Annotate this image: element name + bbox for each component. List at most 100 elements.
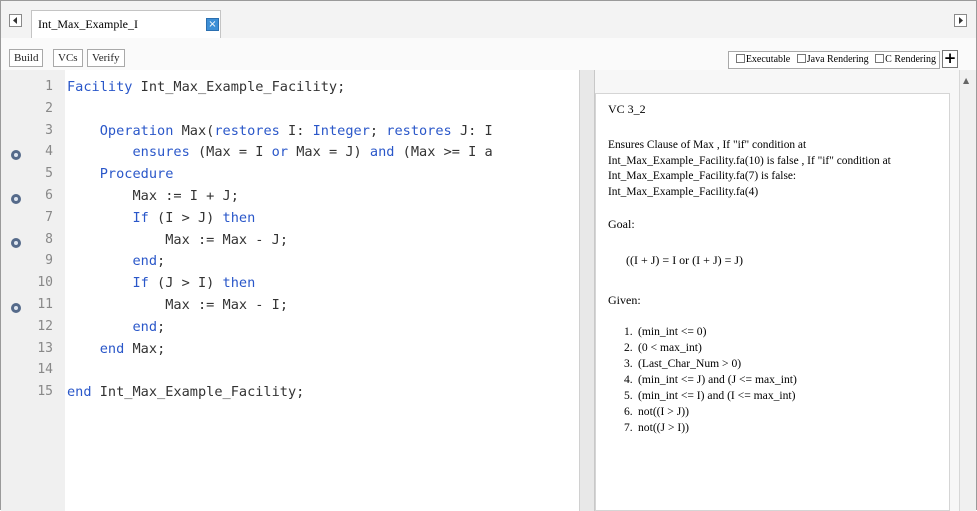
close-tab-icon[interactable]: ×: [206, 18, 219, 31]
goal-expression: ((I + J) = I or (I + J) = J): [626, 253, 744, 267]
given-text: not((J > I)): [638, 421, 689, 434]
given-item: 1. (min_int <= 0): [624, 324, 797, 340]
java-rendering-checkbox[interactable]: [796, 54, 806, 63]
code-text: end Int_Max_Example_Facility;: [67, 384, 305, 401]
line-number: 6: [45, 188, 53, 203]
code-line: 4 ensures (Max = I or Max = J) and (Max …: [1, 144, 579, 166]
vc-description: Ensures Clause of Max , If "if" conditio…: [608, 139, 891, 198]
given-heading: Given:: [608, 293, 641, 307]
line-number: 1: [45, 79, 53, 94]
line-number: 14: [37, 362, 53, 378]
app-window: Int_Max_Example_I × Build VCs Verify Exe…: [0, 0, 977, 511]
scroll-tabs-left-button[interactable]: [9, 14, 22, 27]
editor-scrollbar[interactable]: [579, 70, 595, 511]
tab-bar: Int_Max_Example_I ×: [1, 1, 976, 39]
given-item: 5. (min_int <= I) and (I <= max_int): [624, 388, 797, 404]
given-item: 7. not((J > I)): [624, 420, 797, 436]
given-number: 4.: [624, 373, 633, 386]
code-line: 11 Max := Max - I;: [1, 297, 579, 319]
tab-int-max-example[interactable]: Int_Max_Example_I ×: [31, 10, 221, 38]
given-text: (0 < max_int): [638, 341, 702, 354]
code-text: end;: [132, 318, 166, 335]
code-line: 14: [1, 362, 579, 384]
code-line: 3 Operation Max(restores I: Integer; res…: [1, 123, 579, 145]
goal-heading: Goal:: [608, 217, 635, 231]
given-item: 4. (min_int <= J) and (J <= max_int): [624, 372, 797, 388]
vc-panel: VC 3_2 Ensures Clause of Max , If "if" c…: [595, 70, 976, 511]
vc-title: VC 3_2: [608, 102, 646, 116]
line-number: 4: [45, 144, 53, 160]
given-number: 3.: [624, 357, 633, 370]
java-rendering-label: Java Rendering: [806, 54, 869, 65]
c-rendering-label: C Rendering: [885, 54, 936, 65]
code-text: end Max;: [99, 340, 166, 357]
code-line: 8 Max := Max - J;: [1, 232, 579, 254]
line-number: 10: [37, 275, 53, 291]
given-text: not((I > J)): [638, 405, 689, 418]
executable-checkbox[interactable]: [735, 54, 745, 63]
code-text: Operation Max(restores I: Integer; resto…: [99, 122, 493, 139]
render-options: Executable Java Rendering C Rendering: [727, 51, 940, 69]
given-list: 1. (min_int <= 0) 2. (0 < max_int) 3. (Last_C…: [624, 324, 797, 436]
scroll-tabs-right-button[interactable]: [954, 14, 967, 27]
c-rendering-checkbox[interactable]: [875, 54, 885, 63]
given-number: 7.: [624, 421, 633, 434]
line-number: 7: [45, 209, 53, 225]
given-text: (min_int <= I) and (I <= max_int): [638, 389, 796, 402]
code-text: Facility Int_Max_Example_Facility;: [67, 79, 346, 95]
code-text: If (I > J) then: [132, 209, 256, 226]
code-line: 2: [1, 101, 579, 123]
code-editor[interactable]: 1 Facility Int_Max_Example_Facility; 2 3 Op…: [1, 70, 579, 511]
line-number: 12: [37, 318, 53, 334]
code-line: 12 end;: [1, 319, 579, 341]
given-number: 5.: [624, 389, 633, 402]
vcs-button[interactable]: VCs: [53, 49, 83, 67]
toolbar: Build VCs Verify Executable Java Renderi…: [1, 38, 976, 70]
line-number: 11: [37, 297, 53, 312]
vc-marker-icon[interactable]: [11, 194, 21, 204]
given-number: 1.: [624, 325, 633, 338]
code-text: If (J > I) then: [132, 275, 256, 292]
triangle-left-icon: [13, 17, 17, 24]
code-text: Max := I + J;: [132, 188, 239, 204]
given-number: 2.: [624, 341, 633, 354]
given-text: (min_int <= J) and (J <= max_int): [638, 373, 797, 386]
code-line: 7 If (I > J) then: [1, 210, 579, 232]
line-number: 2: [45, 100, 53, 116]
code-line: 10 If (J > I) then: [1, 275, 579, 297]
vc-scrollbar[interactable]: ▲: [959, 70, 976, 511]
triangle-right-icon: [959, 17, 963, 24]
tab-title: Int_Max_Example_I: [38, 17, 138, 31]
vc-marker-icon[interactable]: [11, 237, 21, 248]
given-item: 6. not((I > J)): [624, 404, 797, 420]
code-text: Max := Max - I;: [165, 297, 289, 313]
given-item: 3. (Last_Char_Num > 0): [624, 356, 797, 372]
given-text: (Last_Char_Num > 0): [638, 357, 742, 370]
executable-label: Executable: [745, 54, 791, 65]
code-text: Max := Max - J;: [165, 231, 289, 248]
given-number: 6.: [624, 405, 633, 418]
code-text: Procedure: [99, 166, 174, 183]
line-number: 13: [37, 340, 53, 356]
code-line: 9 end;: [1, 253, 579, 275]
scroll-up-icon[interactable]: ▲: [963, 76, 969, 85]
code-text: ensures (Max = I or Max = J) and (Max >=…: [132, 144, 493, 161]
code-line: 6 Max := I + J;: [1, 188, 579, 210]
add-button[interactable]: +: [942, 50, 958, 68]
verify-button[interactable]: Verify: [87, 49, 125, 67]
code-line: 13 end Max;: [1, 341, 579, 363]
line-number: 5: [45, 166, 53, 182]
code-line: 15 end Int_Max_Example_Facility;: [1, 384, 579, 406]
line-number: 15: [37, 384, 53, 400]
line-number: 8: [45, 231, 53, 247]
line-number: 3: [45, 122, 53, 138]
code-line: 5 Procedure: [1, 166, 579, 188]
vc-content: VC 3_2 Ensures Clause of Max , If "if" c…: [595, 93, 950, 511]
build-button[interactable]: Build: [9, 49, 44, 67]
vc-marker-icon[interactable]: [11, 303, 21, 313]
given-item: 2. (0 < max_int): [624, 340, 797, 356]
vc-marker-icon[interactable]: [11, 150, 21, 161]
code-text: end;: [132, 253, 166, 270]
code-line: 1 Facility Int_Max_Example_Facility;: [1, 79, 579, 101]
line-number: 9: [45, 253, 53, 269]
